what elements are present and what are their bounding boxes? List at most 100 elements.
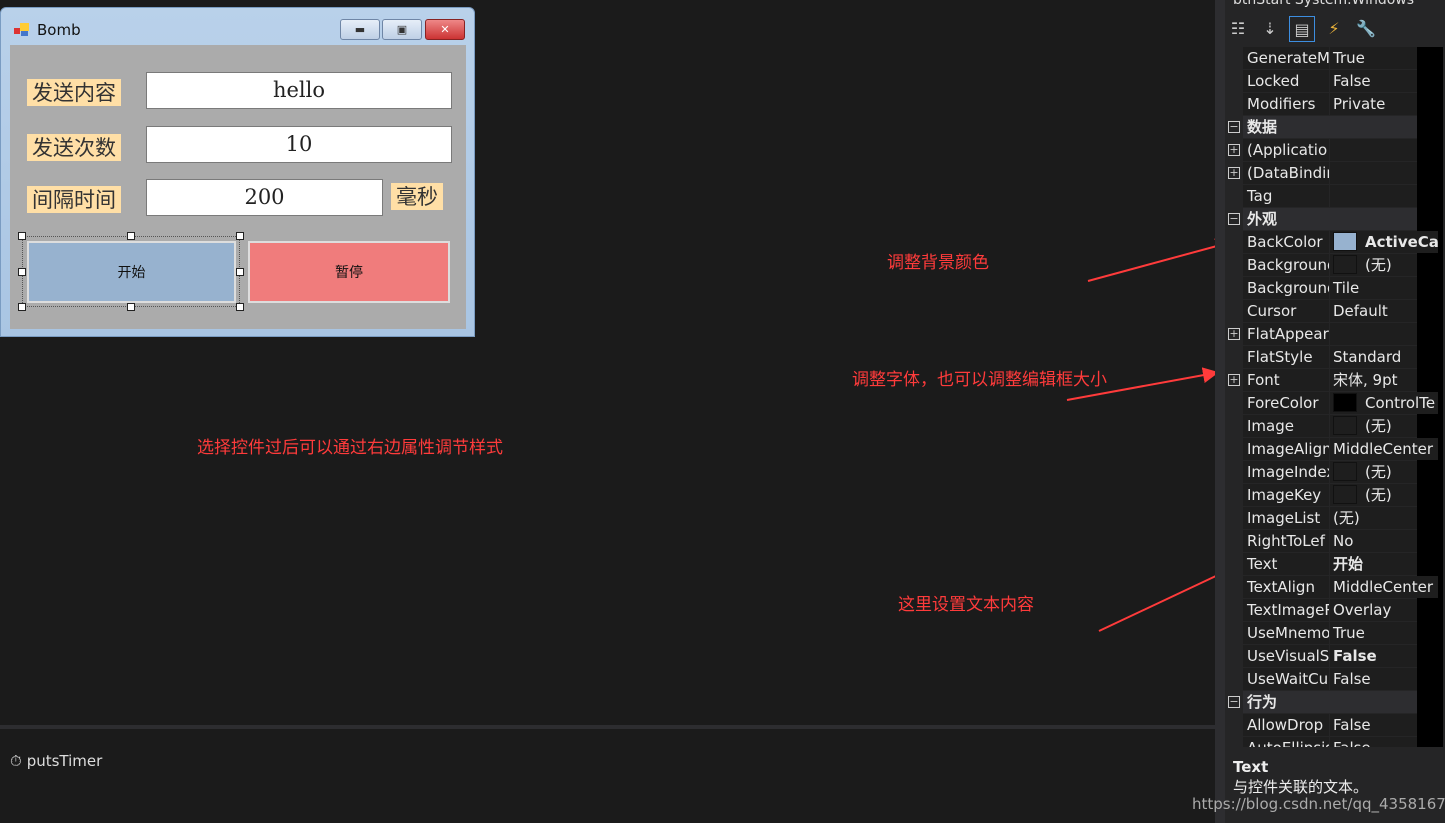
categorized-icon[interactable]: ☷ <box>1225 16 1251 42</box>
watermark: https://blog.csdn.net/qq_43581670 <box>1192 795 1445 813</box>
collapse-icon[interactable]: − <box>1228 696 1240 708</box>
property-row[interactable]: TextAlign MiddleCenter <box>1225 576 1445 599</box>
property-row[interactable]: Tag <box>1225 185 1445 208</box>
property-category[interactable]: − 外观 <box>1225 208 1445 231</box>
property-row[interactable]: UseMnemo True <box>1225 622 1445 645</box>
property-pages-wrench-icon[interactable]: 🔧 <box>1353 16 1379 42</box>
property-value[interactable]: 开始 <box>1330 553 1417 575</box>
property-value[interactable]: MiddleCenter <box>1330 576 1438 598</box>
property-name: Locked <box>1243 70 1329 92</box>
property-value[interactable]: No <box>1330 530 1417 552</box>
property-row[interactable]: + (Applicatio <box>1225 139 1445 162</box>
category-label: 行为 <box>1243 691 1417 713</box>
property-value[interactable]: (无) <box>1330 461 1417 483</box>
events-lightning-icon[interactable]: ⚡ <box>1321 16 1347 42</box>
property-value[interactable]: (无) <box>1330 507 1417 529</box>
property-name: Modifiers <box>1243 93 1329 115</box>
property-value[interactable]: ActiveCap <box>1330 231 1438 253</box>
property-value-text: False <box>1333 647 1377 665</box>
property-row[interactable]: Locked False <box>1225 70 1445 93</box>
properties-object-selector[interactable]: btnStart System.Windows <box>1233 0 1414 8</box>
property-grid: GenerateM True Locked False Modifiers Private… <box>1225 47 1445 760</box>
property-value[interactable]: True <box>1330 47 1417 69</box>
property-value[interactable] <box>1330 185 1417 207</box>
description-text: 与控件关联的文本。 <box>1233 778 1369 796</box>
expand-icon[interactable]: + <box>1228 374 1240 386</box>
property-row[interactable]: BackColor ActiveCap <box>1225 231 1445 254</box>
property-value-text: False <box>1333 670 1371 688</box>
category-label: 外观 <box>1243 208 1417 230</box>
property-row[interactable]: FlatStyle Standard <box>1225 346 1445 369</box>
property-name: FlatStyle <box>1243 346 1329 368</box>
property-value[interactable]: Default <box>1330 300 1417 322</box>
property-value[interactable] <box>1330 139 1417 161</box>
property-value[interactable]: False <box>1330 70 1417 92</box>
property-value[interactable] <box>1330 323 1417 345</box>
property-value[interactable]: ControlTe <box>1330 392 1438 414</box>
property-category[interactable]: − 行为 <box>1225 691 1445 714</box>
property-row[interactable]: RightToLef No <box>1225 530 1445 553</box>
property-row[interactable]: ImageList (无) <box>1225 507 1445 530</box>
property-row[interactable]: + Font 宋体, 9pt <box>1225 369 1445 392</box>
collapse-icon[interactable]: − <box>1228 121 1240 133</box>
expand-icon[interactable]: + <box>1228 144 1240 156</box>
property-description: Text 与控件关联的文本。 <box>1233 758 1368 797</box>
property-value[interactable]: True <box>1330 622 1417 644</box>
collapse-icon[interactable]: − <box>1228 213 1240 225</box>
color-swatch <box>1333 231 1357 251</box>
property-row[interactable]: Text 开始 <box>1225 553 1445 576</box>
property-value[interactable]: False <box>1330 645 1417 667</box>
property-name: ImageList <box>1243 507 1329 529</box>
property-row[interactable]: Background Tile <box>1225 277 1445 300</box>
property-value[interactable]: Private <box>1330 93 1417 115</box>
property-row[interactable]: ForeColor ControlTe <box>1225 392 1445 415</box>
property-row[interactable]: Modifiers Private <box>1225 93 1445 116</box>
property-row[interactable]: ImageIndex (无) <box>1225 461 1445 484</box>
expand-icon[interactable]: + <box>1228 328 1240 340</box>
property-value[interactable] <box>1330 162 1417 184</box>
property-name: Background <box>1243 254 1329 276</box>
property-value[interactable]: MiddleCenter <box>1330 438 1438 460</box>
tray-item-label: putsTimer <box>26 752 103 770</box>
property-value[interactable]: False <box>1330 668 1417 690</box>
property-name: Font <box>1243 369 1329 391</box>
property-name: UseVisualSt <box>1243 645 1329 667</box>
expand-icon[interactable]: + <box>1228 167 1240 179</box>
property-value-text: (无) <box>1365 463 1392 481</box>
property-value-text: 宋体, 9pt <box>1333 371 1398 389</box>
properties-toolbar: ☷ ⇣ ▤ ⚡ 🔧 <box>1225 14 1379 44</box>
property-name: ImageKey <box>1243 484 1329 506</box>
property-value[interactable]: Tile <box>1330 277 1417 299</box>
property-row[interactable]: UseWaitCur False <box>1225 668 1445 691</box>
property-value[interactable]: (无) <box>1330 415 1417 437</box>
property-name: (DataBindin <box>1243 162 1329 184</box>
property-value[interactable]: (无) <box>1330 484 1417 506</box>
property-name: ImageAlign <box>1243 438 1329 460</box>
property-row[interactable]: Cursor Default <box>1225 300 1445 323</box>
property-value-text: Default <box>1333 302 1388 320</box>
property-row[interactable]: UseVisualSt False <box>1225 645 1445 668</box>
property-row[interactable]: ImageAlign MiddleCenter <box>1225 438 1445 461</box>
properties-icon[interactable]: ▤ <box>1289 16 1315 42</box>
property-value[interactable]: False <box>1330 714 1417 736</box>
property-row[interactable]: AllowDrop False <box>1225 714 1445 737</box>
tray-item-puts-timer[interactable]: ⏱ putsTimer <box>10 752 102 770</box>
property-name: TextImageR <box>1243 599 1329 621</box>
property-value-text: True <box>1333 624 1365 642</box>
property-row[interactable]: GenerateM True <box>1225 47 1445 70</box>
property-name: Background <box>1243 277 1329 299</box>
property-row[interactable]: ImageKey (无) <box>1225 484 1445 507</box>
property-row[interactable]: Background (无) <box>1225 254 1445 277</box>
property-category[interactable]: − 数据 <box>1225 116 1445 139</box>
property-value[interactable]: Standard <box>1330 346 1417 368</box>
property-value[interactable]: Overlay <box>1330 599 1417 621</box>
sort-alphabetical-icon[interactable]: ⇣ <box>1257 16 1283 42</box>
arrow-backcolor <box>1087 238 1232 282</box>
property-row[interactable]: TextImageR Overlay <box>1225 599 1445 622</box>
property-value[interactable]: (无) <box>1330 254 1417 276</box>
description-title: Text <box>1233 758 1269 776</box>
property-value[interactable]: 宋体, 9pt <box>1330 369 1417 391</box>
property-row[interactable]: + FlatAppear <box>1225 323 1445 346</box>
property-row[interactable]: + (DataBindin <box>1225 162 1445 185</box>
property-row[interactable]: Image (无) <box>1225 415 1445 438</box>
